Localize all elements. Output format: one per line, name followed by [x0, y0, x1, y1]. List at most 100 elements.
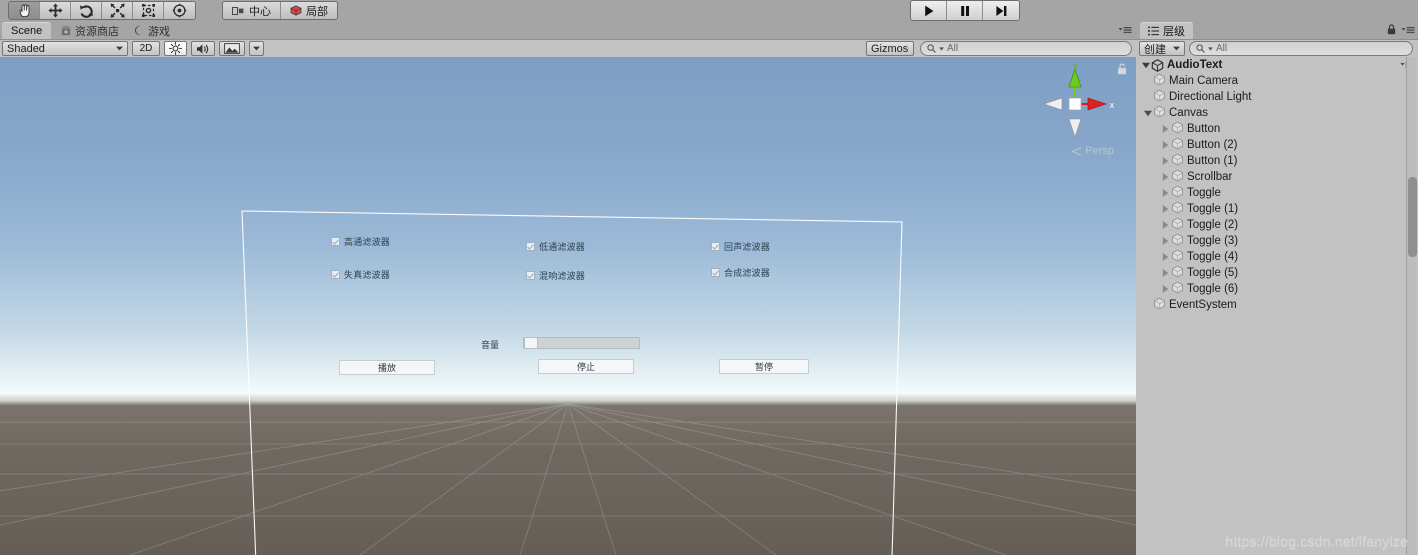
- twisty-collapsed-icon[interactable]: [1160, 141, 1171, 149]
- game-object-icon: [1153, 89, 1169, 105]
- step-button[interactable]: [983, 1, 1019, 20]
- toggle-distortion-filter[interactable]: 失真滤波器: [331, 268, 390, 281]
- scene-panel-menu-icon[interactable]: [1118, 25, 1132, 35]
- twisty-collapsed-icon[interactable]: [1160, 269, 1171, 277]
- combined-transform-tool-button[interactable]: [164, 2, 195, 19]
- hand-tool-button[interactable]: [9, 2, 40, 19]
- scene-search-placeholder: All: [947, 43, 959, 54]
- hierarchy-row[interactable]: Button (1): [1136, 153, 1418, 169]
- hierarchy-scene-row[interactable]: AudioText: [1136, 57, 1418, 73]
- volume-scrollbar-handle[interactable]: [524, 337, 538, 349]
- twisty-collapsed-icon[interactable]: [1160, 157, 1171, 165]
- hierarchy-row[interactable]: Toggle (4): [1136, 249, 1418, 265]
- hierarchy-scrollbar-thumb[interactable]: [1408, 177, 1417, 257]
- twisty-collapsed-icon[interactable]: [1160, 205, 1171, 213]
- checkmark-icon: [332, 238, 339, 245]
- hierarchy-row[interactable]: Button (2): [1136, 137, 1418, 153]
- lock-icon[interactable]: [1387, 24, 1396, 35]
- rect-transform-tool-button[interactable]: [133, 2, 164, 19]
- hierarchy-row[interactable]: Main Camera: [1136, 73, 1418, 89]
- hierarchy-row[interactable]: Toggle: [1136, 185, 1418, 201]
- hierarchy-row[interactable]: Toggle (2): [1136, 217, 1418, 233]
- pause-button[interactable]: [947, 1, 983, 20]
- hierarchy-row[interactable]: Scrollbar: [1136, 169, 1418, 185]
- twisty-collapsed-icon[interactable]: [1160, 221, 1171, 229]
- draw-mode-dropdown[interactable]: Shaded: [2, 41, 128, 56]
- checkbox-box[interactable]: [331, 270, 340, 279]
- scene-viewport[interactable]: 高通滤波器 低通滤波器 回声滤波器 失真滤波器 混响滤波器 合成滤波器 音量 播…: [0, 57, 1136, 555]
- hierarchy-row[interactable]: Toggle (5): [1136, 265, 1418, 281]
- 2d-toggle-label: 2D: [139, 43, 153, 54]
- play-button[interactable]: [911, 1, 947, 20]
- hierarchy-row-label: Toggle (4): [1187, 251, 1239, 263]
- audio-toggle-button[interactable]: [191, 41, 215, 56]
- toggle-lowpass-filter[interactable]: 低通滤波器: [526, 240, 585, 253]
- play-audio-button[interactable]: 播放: [339, 360, 435, 375]
- checkmark-icon: [527, 243, 534, 250]
- scene-search-input[interactable]: All: [920, 41, 1132, 56]
- hierarchy-tabbar: 层级: [1136, 21, 1418, 39]
- hierarchy-row[interactable]: Toggle (6): [1136, 281, 1418, 297]
- 2d-toggle-button[interactable]: 2D: [132, 41, 160, 56]
- hierarchy-row[interactable]: Toggle (3): [1136, 233, 1418, 249]
- volume-scrollbar[interactable]: [523, 337, 640, 349]
- chevron-down-icon: [908, 48, 909, 49]
- checkbox-box[interactable]: [711, 268, 720, 277]
- hierarchy-menu-icon[interactable]: [1401, 25, 1415, 35]
- hierarchy-search-input[interactable]: All: [1189, 41, 1413, 56]
- toggle-echo-filter[interactable]: 回声滤波器: [711, 240, 770, 253]
- hierarchy-tree[interactable]: AudioText Main Camera Directional Light Ca…: [1136, 57, 1418, 555]
- game-object-icon: [1171, 169, 1187, 185]
- unlock-icon[interactable]: [1117, 63, 1127, 75]
- toggle-chorus-filter[interactable]: 合成滤波器: [711, 266, 770, 279]
- hierarchy-vertical-scrollbar[interactable]: [1406, 57, 1417, 555]
- twisty-expanded-icon[interactable]: [1140, 62, 1151, 69]
- hierarchy-row[interactable]: Directional Light: [1136, 89, 1418, 105]
- checkbox-box[interactable]: [526, 271, 535, 280]
- hierarchy-row[interactable]: Button: [1136, 121, 1418, 137]
- rotate-tool-button[interactable]: [71, 2, 102, 19]
- game-object-icon: [1171, 249, 1187, 265]
- local-space-button[interactable]: 局部: [281, 2, 337, 19]
- pivot-center-button[interactable]: 中心: [223, 2, 281, 19]
- toggle-highpass-filter[interactable]: 高通滤波器: [331, 235, 390, 248]
- twisty-collapsed-icon[interactable]: [1160, 173, 1171, 181]
- lighting-toggle-button[interactable]: [164, 41, 187, 56]
- move-tool-button[interactable]: [40, 2, 71, 19]
- watermark-text: https://blog.csdn.net/lfanyize: [1225, 533, 1408, 549]
- tab-game[interactable]: 游戏: [124, 22, 179, 39]
- scale-tool-button[interactable]: [102, 2, 133, 19]
- chevron-down-icon: [1173, 46, 1180, 51]
- checkbox-box[interactable]: [711, 242, 720, 251]
- tab-scene[interactable]: Scene: [2, 22, 52, 39]
- step-forward-icon: [996, 5, 1007, 16]
- checkbox-box[interactable]: [331, 237, 340, 246]
- game-view-icon: [134, 25, 141, 36]
- hierarchy-row-label: Button (2): [1187, 139, 1238, 151]
- stop-audio-button[interactable]: 停止: [538, 359, 634, 374]
- twisty-collapsed-icon[interactable]: [1160, 125, 1171, 133]
- image-effects-dropdown[interactable]: [249, 41, 264, 56]
- hierarchy-row[interactable]: Canvas: [1136, 105, 1418, 121]
- hierarchy-panel: 层级 创建 All AudioText Main Camera Directio…: [1136, 21, 1418, 555]
- twisty-collapsed-icon[interactable]: [1160, 189, 1171, 197]
- create-dropdown-button[interactable]: 创建: [1139, 41, 1185, 56]
- tab-hierarchy[interactable]: 层级: [1140, 22, 1193, 39]
- scene-orientation-gizmo[interactable]: y x: [1032, 63, 1118, 143]
- twisty-expanded-icon[interactable]: [1142, 110, 1153, 117]
- checkbox-box[interactable]: [526, 242, 535, 251]
- twisty-collapsed-icon[interactable]: [1160, 253, 1171, 261]
- speaker-icon: [197, 43, 209, 54]
- projection-mode-label-group[interactable]: Persp: [1072, 145, 1114, 157]
- twisty-collapsed-icon[interactable]: [1160, 285, 1171, 293]
- draw-mode-label: Shaded: [7, 42, 45, 55]
- hierarchy-row[interactable]: EventSystem: [1136, 297, 1418, 313]
- twisty-collapsed-icon[interactable]: [1160, 237, 1171, 245]
- toggle-reverb-filter[interactable]: 混响滤波器: [526, 269, 585, 282]
- pause-audio-button[interactable]: 暂停: [719, 359, 809, 374]
- image-effects-button[interactable]: [219, 41, 245, 56]
- hierarchy-row[interactable]: Toggle (1): [1136, 201, 1418, 217]
- gizmos-dropdown[interactable]: Gizmos: [866, 41, 914, 56]
- tab-asset-store[interactable]: 资源商店: [52, 22, 128, 39]
- hierarchy-row-label: Canvas: [1169, 107, 1208, 119]
